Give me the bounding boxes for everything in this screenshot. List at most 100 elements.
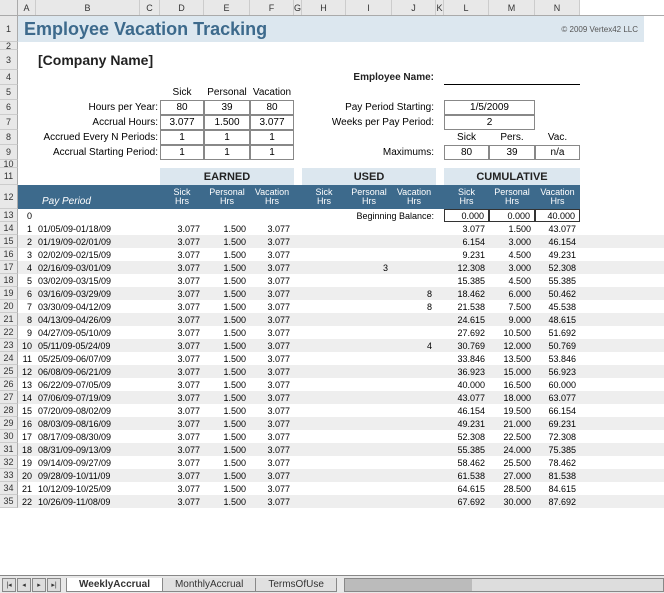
row-header-14[interactable]: 14 <box>0 222 18 235</box>
used-1[interactable] <box>346 469 392 482</box>
row-header-13[interactable]: 13 <box>0 209 18 222</box>
used-2[interactable]: 8 <box>392 300 436 313</box>
row-header-18[interactable]: 18 <box>0 274 18 287</box>
max-pers[interactable]: 39 <box>489 145 535 160</box>
col-header-G[interactable]: G <box>294 0 302 15</box>
col-header-D[interactable]: D <box>160 0 204 15</box>
col-header-N[interactable]: N <box>535 0 580 15</box>
used-0[interactable] <box>302 365 346 378</box>
row-header-19[interactable]: 19 <box>0 287 18 300</box>
row-header-24[interactable]: 24 <box>0 352 18 365</box>
scrollbar-thumb[interactable] <box>345 579 472 591</box>
row-header-17[interactable]: 17 <box>0 261 18 274</box>
used-1[interactable] <box>346 352 392 365</box>
weeks-value[interactable]: 2 <box>444 115 535 130</box>
used-2[interactable] <box>392 482 436 495</box>
col-header-C[interactable]: C <box>140 0 160 15</box>
used-0[interactable] <box>302 378 346 391</box>
used-1[interactable] <box>346 495 392 508</box>
used-2[interactable] <box>392 469 436 482</box>
accrual-val-2-0[interactable]: 1 <box>160 130 204 145</box>
used-2[interactable] <box>392 326 436 339</box>
used-0[interactable] <box>302 352 346 365</box>
row-header-23[interactable]: 23 <box>0 339 18 352</box>
row-header-2[interactable]: 2 <box>0 42 18 50</box>
pay-start-value[interactable]: 1/5/2009 <box>444 100 535 115</box>
used-2[interactable] <box>392 417 436 430</box>
accrual-val-1-0[interactable]: 3.077 <box>160 115 204 130</box>
row-header-32[interactable]: 32 <box>0 456 18 469</box>
col-header-E[interactable]: E <box>204 0 250 15</box>
row-header-20[interactable]: 20 <box>0 300 18 313</box>
row-header-3[interactable]: 3 <box>0 50 18 70</box>
accrual-val-3-2[interactable]: 1 <box>250 145 294 160</box>
row-header-5[interactable]: 5 <box>0 85 18 100</box>
col-header-H[interactable]: H <box>302 0 346 15</box>
used-0[interactable] <box>302 326 346 339</box>
used-0[interactable] <box>302 443 346 456</box>
row-header-25[interactable]: 25 <box>0 365 18 378</box>
used-2[interactable] <box>392 261 436 274</box>
used-1[interactable]: 3 <box>346 261 392 274</box>
accrual-val-0-2[interactable]: 80 <box>250 100 294 115</box>
used-2[interactable] <box>392 430 436 443</box>
row-header-8[interactable]: 8 <box>0 130 18 145</box>
row-header-34[interactable]: 34 <box>0 482 18 495</box>
row-header-29[interactable]: 29 <box>0 417 18 430</box>
used-2[interactable] <box>392 404 436 417</box>
used-0[interactable] <box>302 300 346 313</box>
used-0[interactable] <box>302 248 346 261</box>
company-name[interactable]: [Company Name] <box>36 50 644 70</box>
used-1[interactable] <box>346 378 392 391</box>
accrual-val-0-0[interactable]: 80 <box>160 100 204 115</box>
row-header-28[interactable]: 28 <box>0 404 18 417</box>
used-2[interactable] <box>392 248 436 261</box>
used-0[interactable] <box>302 235 346 248</box>
row-header-11[interactable]: 11 <box>0 168 18 185</box>
used-0[interactable] <box>302 274 346 287</box>
used-0[interactable] <box>302 404 346 417</box>
used-1[interactable] <box>346 404 392 417</box>
used-1[interactable] <box>346 391 392 404</box>
used-1[interactable] <box>346 287 392 300</box>
row-header-30[interactable]: 30 <box>0 430 18 443</box>
used-2[interactable] <box>392 352 436 365</box>
row-header-15[interactable]: 15 <box>0 235 18 248</box>
used-0[interactable] <box>302 456 346 469</box>
col-header-I[interactable]: I <box>346 0 392 15</box>
used-1[interactable] <box>346 417 392 430</box>
accrual-val-1-1[interactable]: 1.500 <box>204 115 250 130</box>
accrual-val-2-1[interactable]: 1 <box>204 130 250 145</box>
col-header-M[interactable]: M <box>489 0 535 15</box>
row-header-16[interactable]: 16 <box>0 248 18 261</box>
used-1[interactable] <box>346 235 392 248</box>
used-2[interactable] <box>392 378 436 391</box>
used-2[interactable] <box>392 456 436 469</box>
accrual-val-0-1[interactable]: 39 <box>204 100 250 115</box>
used-0[interactable] <box>302 469 346 482</box>
used-1[interactable] <box>346 456 392 469</box>
used-1[interactable] <box>346 443 392 456</box>
used-2[interactable] <box>392 443 436 456</box>
col-header-J[interactable]: J <box>392 0 436 15</box>
col-header-A[interactable]: A <box>18 0 36 15</box>
accrual-val-3-0[interactable]: 1 <box>160 145 204 160</box>
used-1[interactable] <box>346 326 392 339</box>
used-0[interactable] <box>302 339 346 352</box>
used-2[interactable] <box>392 391 436 404</box>
used-2[interactable] <box>392 495 436 508</box>
row-header-26[interactable]: 26 <box>0 378 18 391</box>
used-1[interactable] <box>346 430 392 443</box>
row-header-22[interactable]: 22 <box>0 326 18 339</box>
sheet-tab-weeklyaccrual[interactable]: WeeklyAccrual <box>66 578 163 592</box>
row-header-7[interactable]: 7 <box>0 115 18 130</box>
row-header-1[interactable]: 1 <box>0 16 18 42</box>
used-0[interactable] <box>302 261 346 274</box>
employee-name-input[interactable] <box>444 70 580 85</box>
accrual-val-1-2[interactable]: 3.077 <box>250 115 294 130</box>
row-header-21[interactable]: 21 <box>0 313 18 326</box>
used-2[interactable]: 8 <box>392 287 436 300</box>
used-0[interactable] <box>302 222 346 235</box>
used-1[interactable] <box>346 300 392 313</box>
used-1[interactable] <box>346 482 392 495</box>
